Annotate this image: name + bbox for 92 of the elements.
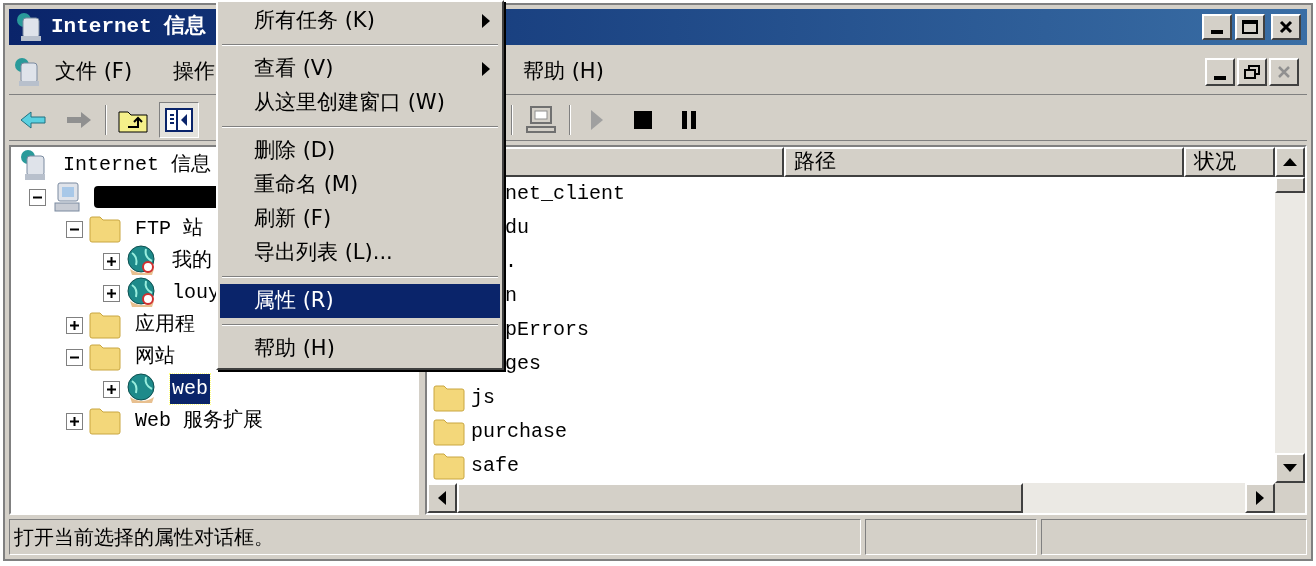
plus-icon <box>107 256 116 266</box>
minimize-icon <box>1214 75 1226 80</box>
restore-button[interactable] <box>1237 57 1267 86</box>
tree-item[interactable]: 网站 <box>133 342 177 372</box>
minimize-icon <box>1211 30 1223 34</box>
plus-icon <box>107 384 116 394</box>
list-item[interactable]: net_client <box>505 179 626 209</box>
plus-icon <box>70 320 79 330</box>
tree-item[interactable]: Internet 信息 <box>61 150 214 180</box>
scroll-down-button[interactable] <box>1275 453 1305 483</box>
list-item[interactable]: safe <box>471 451 519 481</box>
collapse-toggle[interactable] <box>66 348 83 366</box>
forward-arrow-icon <box>66 110 92 129</box>
scroll-thumb[interactable] <box>457 483 1023 513</box>
list-item[interactable]: du <box>505 213 529 243</box>
folder-icon <box>433 418 465 446</box>
menu-item[interactable]: 帮助 (H) <box>220 332 500 366</box>
expand-toggle[interactable] <box>66 316 83 334</box>
menu-item[interactable]: 从这里创建窗口 (W) <box>220 86 500 120</box>
scroll-left-button[interactable] <box>427 483 457 513</box>
menu-item[interactable]: 帮助 (H) <box>513 55 633 88</box>
folder-icon <box>89 407 121 435</box>
menu-item[interactable]: 所有任务 (K) <box>220 4 500 38</box>
list-item[interactable]: pErrors <box>505 315 589 345</box>
minimize-button[interactable] <box>1205 57 1235 86</box>
globe-icon <box>126 245 158 277</box>
plus-icon <box>107 288 116 298</box>
tree-item[interactable]: 应用程 <box>133 310 197 340</box>
status-text: 打开当前选择的属性对话框。 <box>14 524 274 551</box>
scroll-up-button[interactable] <box>1275 147 1305 177</box>
close-icon <box>1277 64 1291 79</box>
right-arrow-icon <box>1256 491 1264 505</box>
folder-icon <box>89 343 121 371</box>
folder-icon <box>89 215 121 243</box>
menu-item[interactable]: 刷新 (F) <box>220 202 500 236</box>
maximize-icon <box>1242 20 1258 34</box>
column-header[interactable]: 路径 <box>784 147 1184 177</box>
computer-icon <box>15 12 43 42</box>
computer-icon <box>13 56 41 87</box>
menu-item[interactable]: 重命名 (M) <box>220 168 500 202</box>
menu-item[interactable]: 导出列表 (L)... <box>220 236 500 270</box>
close-icon <box>1279 20 1293 34</box>
horizontal-scrollbar[interactable] <box>427 483 1275 513</box>
plus-icon <box>70 416 79 426</box>
expand-toggle[interactable] <box>103 380 120 398</box>
submenu-arrow-icon <box>482 62 490 76</box>
maximize-button[interactable] <box>1235 14 1265 40</box>
menu-item[interactable]: 查看 (V) <box>220 52 500 86</box>
back-arrow-icon <box>20 110 46 129</box>
close-button[interactable] <box>1271 14 1301 40</box>
expand-toggle[interactable] <box>103 284 120 302</box>
down-arrow-icon <box>1283 464 1297 472</box>
list-item[interactable]: js <box>471 383 495 413</box>
globe-icon <box>126 277 158 309</box>
up-arrow-icon <box>1283 158 1297 166</box>
window-title: Internet 信息 <box>51 13 207 41</box>
tree-toggle-button[interactable] <box>159 101 199 138</box>
stop-icon <box>634 110 652 129</box>
restore-icon <box>1244 64 1260 79</box>
menu-item[interactable]: 属性 (R) <box>220 284 500 318</box>
vertical-scrollbar[interactable] <box>1275 147 1305 483</box>
scrollbar-corner <box>1275 483 1305 513</box>
submenu-arrow-icon <box>482 14 490 28</box>
scroll-thumb[interactable] <box>1275 177 1305 193</box>
close-button[interactable] <box>1269 57 1299 86</box>
pane-toggle-icon <box>165 107 193 132</box>
list-item[interactable]: purchase <box>471 417 567 447</box>
globe-icon <box>126 373 158 405</box>
tree-item[interactable]: web <box>170 374 210 404</box>
menu-item[interactable]: 删除 (D) <box>220 134 500 168</box>
play-icon <box>590 108 604 131</box>
tree-item[interactable]: Web 服务扩展 <box>133 406 265 436</box>
list-item[interactable]: . <box>505 247 517 277</box>
list-item[interactable]: n <box>505 281 517 311</box>
collapse-toggle[interactable] <box>66 220 83 238</box>
minimize-button[interactable] <box>1202 14 1232 40</box>
folder-icon <box>89 311 121 339</box>
scroll-right-button[interactable] <box>1245 483 1275 513</box>
pause-icon <box>682 110 696 129</box>
expand-toggle[interactable] <box>66 412 83 430</box>
computer-icon <box>52 181 82 213</box>
menu-item[interactable]: 文件 (F) <box>45 55 163 88</box>
folder-icon <box>433 452 465 480</box>
column-header[interactable]: 状况 <box>1184 147 1275 177</box>
list-item[interactable]: ges <box>505 349 541 379</box>
collapse-toggle[interactable] <box>29 188 46 206</box>
folder-icon <box>433 384 465 412</box>
tree-item[interactable]: FTP 站 <box>133 214 205 244</box>
left-arrow-icon <box>438 491 446 505</box>
computer-icon <box>525 104 557 135</box>
expand-toggle[interactable] <box>103 252 120 270</box>
tree-item[interactable]: 我的 <box>170 246 214 276</box>
